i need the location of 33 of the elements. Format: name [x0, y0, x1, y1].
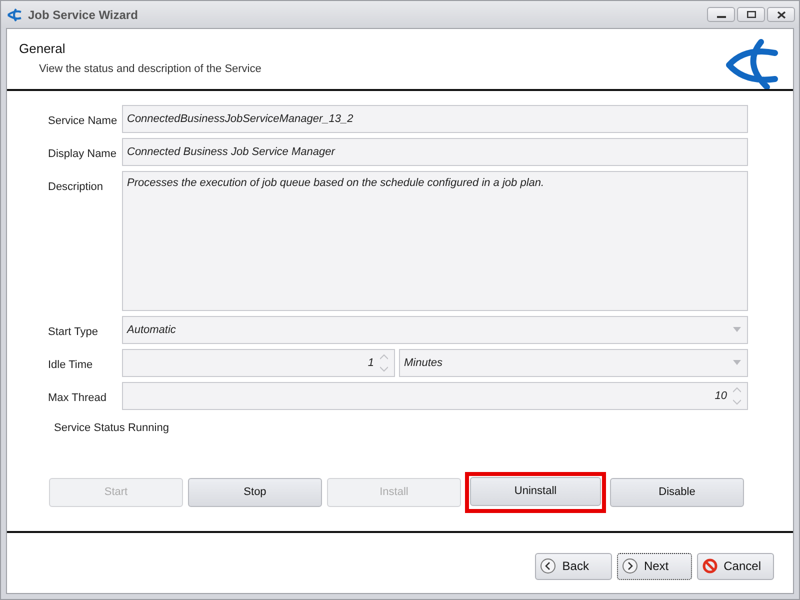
close-button[interactable] — [767, 7, 795, 22]
number-field[interactable]: 1 — [122, 349, 395, 377]
dropdown-arrow-icon[interactable] — [733, 360, 741, 366]
window-title: Job Service Wizard — [28, 6, 139, 24]
app-logo-icon — [7, 8, 23, 22]
close-icon — [776, 10, 786, 18]
action-button[interactable]: Disable — [610, 478, 744, 506]
action-button[interactable]: Stop — [188, 478, 322, 506]
back-button[interactable]: Back — [535, 552, 612, 580]
cancel-icon — [702, 558, 718, 574]
text-field[interactable]: ConnectedBusinessJobServiceManager_13_2 — [122, 105, 748, 133]
description-field[interactable]: Processes the execution of job queue based on the schedule configured in a job plan. — [122, 171, 748, 311]
field-label: Max Thread — [48, 392, 106, 404]
number-field[interactable]: 10 — [122, 382, 748, 410]
maximize-icon — [746, 11, 756, 18]
field-label: Service Name — [48, 115, 118, 127]
status-text: Service Status Running — [54, 422, 169, 434]
field-label: Display Name — [48, 148, 116, 160]
page-subtitle: View the status and description of the Service — [39, 62, 262, 76]
field-label: Idle Time — [48, 359, 93, 371]
minimize-button[interactable] — [707, 7, 735, 22]
maximize-button[interactable] — [737, 7, 765, 22]
action-button[interactable]: Uninstall — [470, 476, 601, 506]
field-label: Start Type — [48, 326, 98, 338]
dropdown-field[interactable]: Automatic — [122, 316, 748, 344]
text-field[interactable]: Connected Business Job Service Manager — [122, 138, 748, 166]
dropdown-arrow-icon[interactable] — [733, 327, 741, 332]
page-title: General — [19, 40, 66, 58]
next-button[interactable]: Next — [616, 552, 692, 580]
cancel-button[interactable]: Cancel — [696, 552, 774, 580]
logo-icon — [725, 39, 781, 89]
dropdown-field[interactable]: Minutes — [399, 349, 748, 377]
field-label: Description — [48, 181, 104, 193]
